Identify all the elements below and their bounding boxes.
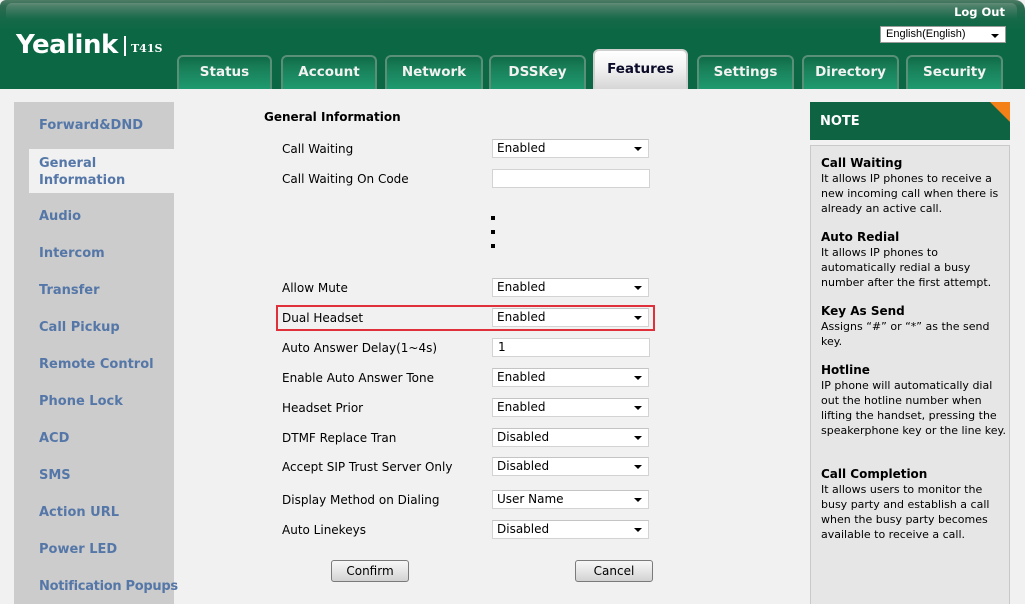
auto-answer-delay-label: Auto Answer Delay(1~4s) (282, 341, 438, 355)
note-item: Auto Redial It allows IP phones to autom… (821, 230, 1006, 290)
sidebar-item-intercom[interactable]: Intercom (39, 246, 105, 261)
sidebar-item-call-pickup[interactable]: Call Pickup (39, 320, 120, 335)
headset-prior-select[interactable]: Enabled (492, 398, 649, 417)
ellipsis-dot (491, 230, 495, 234)
allow-mute-label: Allow Mute (282, 281, 348, 295)
language-select[interactable]: English(English) (880, 26, 1006, 43)
yealink-logo: Yealink (16, 30, 118, 60)
header-bar: Yealink T41S Log Out English(English) St… (0, 0, 1025, 89)
note-item-title: Hotline (821, 363, 870, 377)
tab-network[interactable]: Network (385, 55, 483, 89)
sidebar-item-general-information[interactable]: General Information (39, 155, 149, 189)
dtmf-replace-tran-value: Disabled (497, 430, 550, 444)
display-method-value: User Name (497, 492, 564, 506)
note-item-desc: Assigns “#” or “*” as the send key. (821, 320, 990, 348)
headset-prior-label: Headset Prior (282, 401, 364, 415)
display-method-select[interactable]: User Name (492, 490, 649, 509)
note-item-title: Call Completion (821, 467, 928, 481)
chevron-down-icon (634, 406, 642, 410)
sidebar-item-acd[interactable]: ACD (39, 431, 69, 446)
tab-settings[interactable]: Settings (697, 55, 794, 89)
logout-link[interactable]: Log Out (954, 5, 1005, 19)
note-title: NOTE (820, 114, 860, 129)
call-waiting-on-code-input[interactable] (492, 169, 650, 188)
logo-divider (124, 36, 126, 56)
auto-linekeys-select[interactable]: Disabled (492, 520, 649, 539)
call-waiting-on-code-label: Call Waiting On Code (282, 172, 409, 186)
accept-sip-trust-server-label: Accept SIP Trust Server Only (282, 460, 453, 474)
auto-linekeys-value: Disabled (497, 522, 550, 536)
headset-prior-value: Enabled (497, 400, 546, 414)
note-item-title: Auto Redial (821, 230, 900, 244)
note-item: Hotline IP phone will automatically dial… (821, 363, 1006, 438)
dual-headset-value: Enabled (497, 310, 546, 324)
display-method-label: Display Method on Dialing (282, 493, 440, 507)
chevron-down-icon (634, 316, 642, 320)
note-corner-decoration (990, 102, 1010, 122)
ellipsis-dot (491, 216, 495, 220)
note-header: NOTE (810, 102, 1010, 140)
chevron-down-icon (991, 34, 999, 38)
sidebar-item-notification-popups[interactable]: Notification Popups (39, 579, 178, 594)
tab-security[interactable]: Security (906, 55, 1003, 89)
call-waiting-label: Call Waiting (282, 142, 354, 156)
auto-answer-tone-label: Enable Auto Answer Tone (282, 371, 434, 385)
tab-dsskey[interactable]: DSSKey (489, 55, 586, 89)
dual-headset-label: Dual Headset (282, 311, 364, 325)
auto-answer-tone-select[interactable]: Enabled (492, 368, 649, 387)
note-item: Call Completion It allows users to monit… (821, 467, 1006, 542)
chevron-down-icon (634, 528, 642, 532)
accept-sip-trust-server-value: Disabled (497, 459, 550, 473)
auto-linekeys-label: Auto Linekeys (282, 523, 366, 537)
chevron-down-icon (634, 465, 642, 469)
sidebar-item-transfer[interactable]: Transfer (39, 283, 100, 298)
note-item-title: Key As Send (821, 304, 905, 318)
note-item-title: Call Waiting (821, 156, 903, 170)
note-item-desc: IP phone will automatically dial out the… (821, 379, 1006, 437)
note-item-desc: It allows users to monitor the busy part… (821, 483, 990, 541)
tab-status[interactable]: Status (177, 55, 272, 89)
sidebar-item-audio[interactable]: Audio (39, 209, 81, 224)
section-title: General Information (264, 110, 401, 124)
chevron-down-icon (634, 436, 642, 440)
auto-answer-tone-value: Enabled (497, 370, 546, 384)
sidebar-item-remote-control[interactable]: Remote Control (39, 357, 154, 372)
ellipsis-dot (491, 244, 495, 248)
note-item-desc: It allows IP phones to automatically red… (821, 246, 992, 289)
allow-mute-value: Enabled (497, 280, 546, 294)
accept-sip-trust-server-select[interactable]: Disabled (492, 457, 649, 476)
tab-directory[interactable]: Directory (802, 55, 899, 89)
cancel-button[interactable]: Cancel (575, 560, 653, 582)
dual-headset-select[interactable]: Enabled (492, 308, 649, 327)
note-panel: Call Waiting It allows IP phones to rece… (810, 145, 1010, 604)
note-item: Key As Send Assigns “#” or “*” as the se… (821, 304, 1006, 349)
sidebar-item-power-led[interactable]: Power LED (39, 542, 117, 557)
tab-account[interactable]: Account (281, 55, 377, 89)
chevron-down-icon (634, 286, 642, 290)
dtmf-replace-tran-label: DTMF Replace Tran (282, 431, 397, 445)
chevron-down-icon (634, 376, 642, 380)
language-value: English(English) (886, 28, 966, 40)
confirm-button[interactable]: Confirm (331, 560, 409, 582)
auto-answer-delay-input[interactable]: 1 (492, 338, 650, 357)
dtmf-replace-tran-select[interactable]: Disabled (492, 428, 649, 447)
sidebar-item-forward-dnd[interactable]: Forward&DND (39, 118, 143, 133)
note-item: Call Waiting It allows IP phones to rece… (821, 156, 1006, 216)
call-waiting-select[interactable]: Enabled (492, 139, 649, 158)
chevron-down-icon (634, 498, 642, 502)
allow-mute-select[interactable]: Enabled (492, 278, 649, 297)
sidebar-item-phone-lock[interactable]: Phone Lock (39, 394, 123, 409)
chevron-down-icon (634, 147, 642, 151)
sidebar-item-action-url[interactable]: Action URL (39, 505, 119, 520)
model-label: T41S (131, 42, 163, 55)
call-waiting-value: Enabled (497, 141, 546, 155)
sidebar-item-sms[interactable]: SMS (39, 468, 71, 483)
note-item-desc: It allows IP phones to receive a new inc… (821, 172, 999, 215)
tab-features[interactable]: Features (593, 49, 688, 89)
